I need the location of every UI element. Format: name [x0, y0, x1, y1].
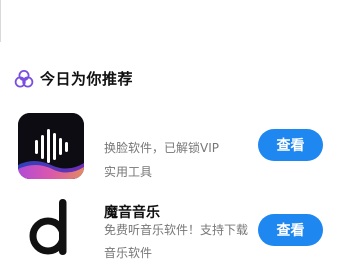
view-button[interactable]: 查看	[258, 129, 323, 161]
app-list-item[interactable]: 换脸软件，已解锁VIP 实用工具 查看	[0, 113, 337, 183]
section-title: 今日为你推荐	[40, 70, 134, 88]
app-name: 魔音音乐	[104, 205, 160, 221]
app-list-item[interactable]: 魔音音乐 免费听音乐软件！支持下载 音乐软件 查看	[0, 194, 337, 264]
app-category: 音乐软件	[104, 246, 153, 260]
app-description: 换脸软件，已解锁VIP	[104, 141, 219, 155]
app-category: 实用工具	[104, 165, 153, 179]
waveform-app-icon	[18, 113, 84, 179]
triple-circle-icon	[14, 69, 34, 87]
recommend-header: 今日为你推荐	[14, 68, 133, 89]
view-button[interactable]: 查看	[258, 214, 323, 246]
window-edge	[0, 0, 1, 42]
letter-d-app-icon	[18, 196, 84, 262]
app-description: 免费听音乐软件！支持下载	[104, 223, 249, 237]
